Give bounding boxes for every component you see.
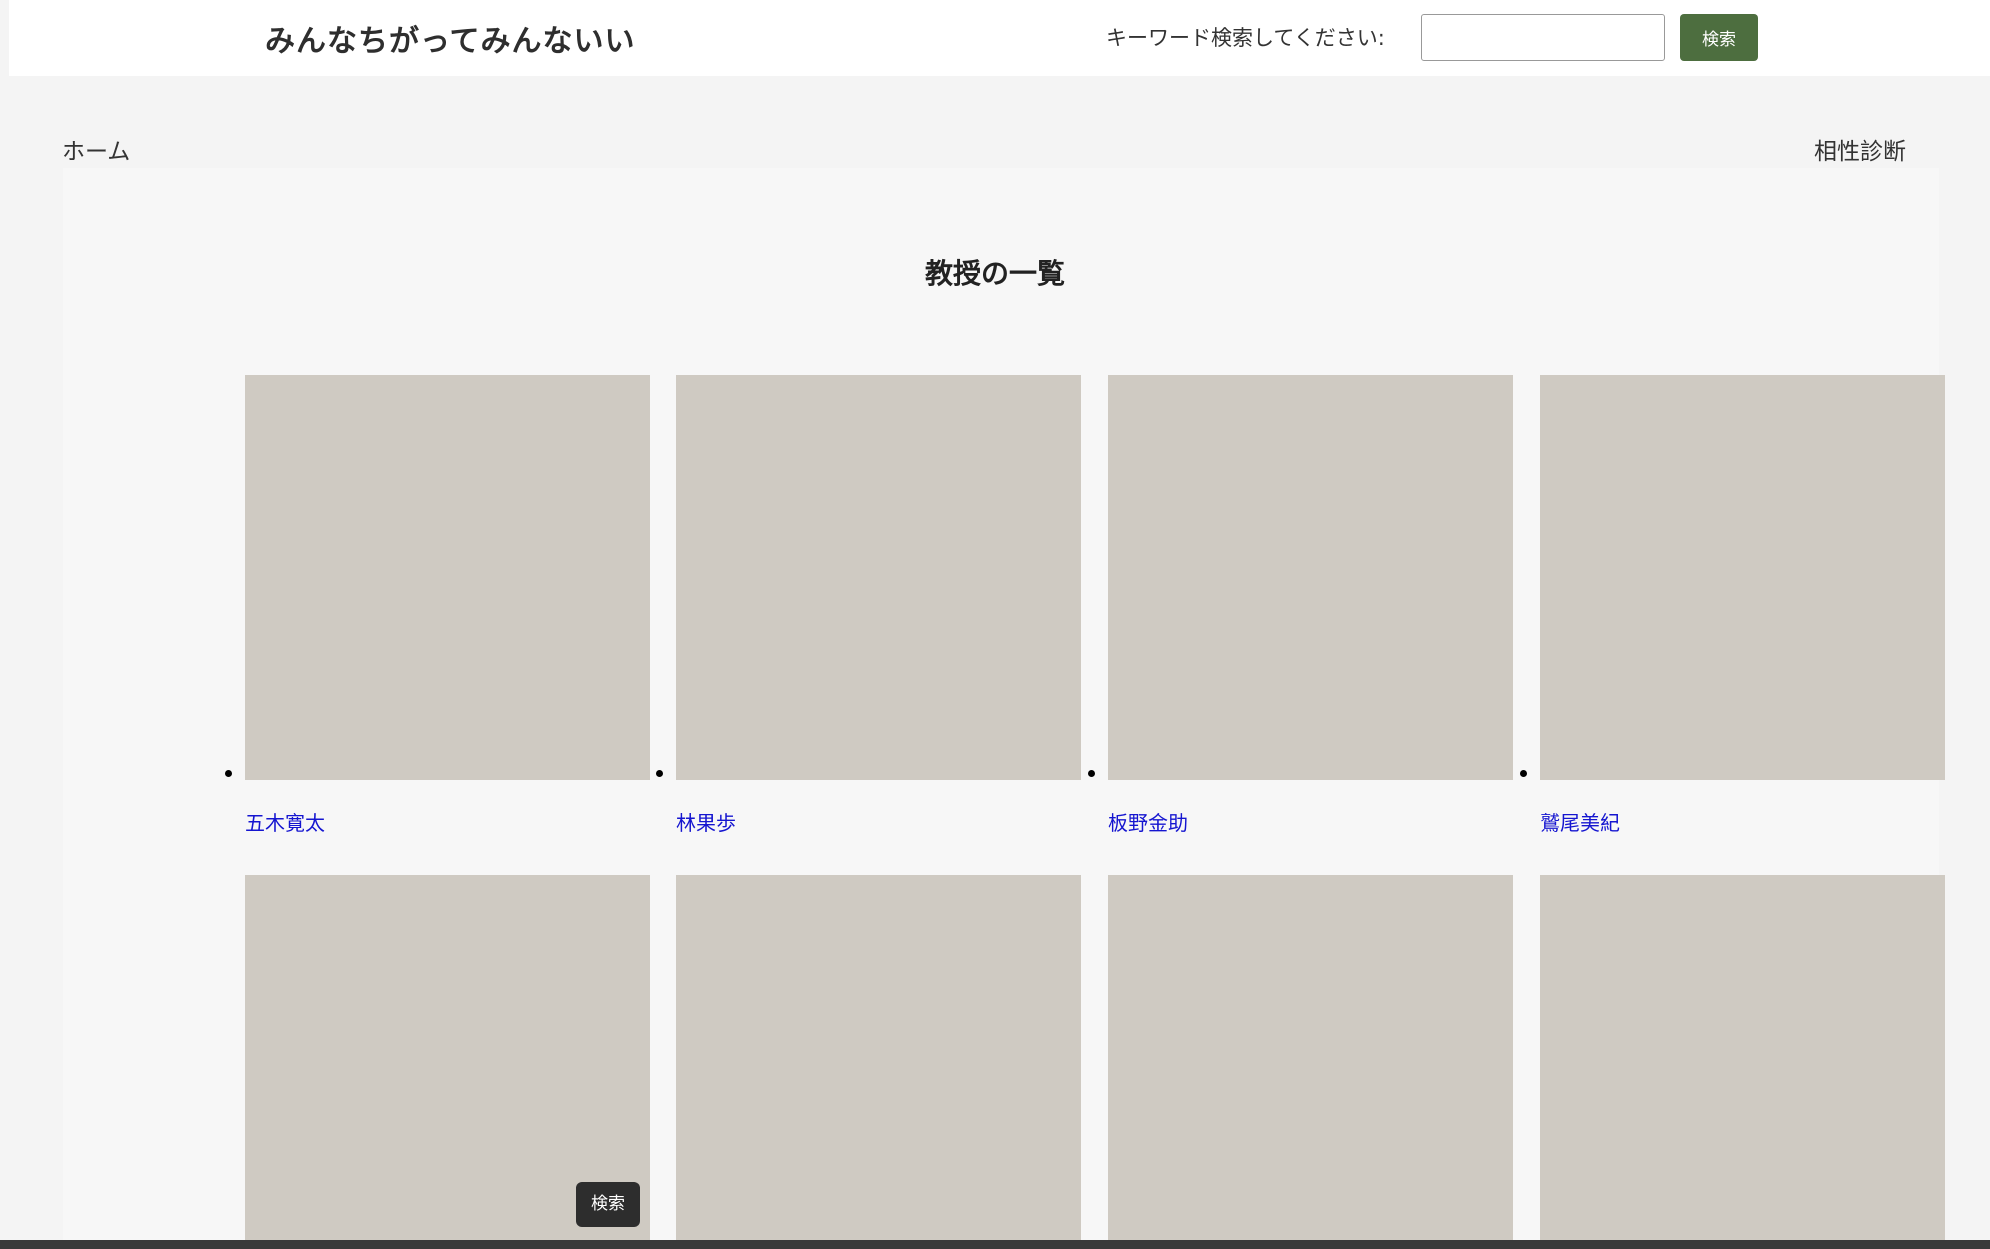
- professor-photo[interactable]: [676, 375, 1081, 780]
- bottom-bar: [0, 1240, 1990, 1249]
- nav-home-link[interactable]: ホーム: [62, 132, 130, 166]
- professor-name-link[interactable]: 鷲尾美紀: [1540, 807, 1620, 836]
- search-button[interactable]: 検索: [1680, 14, 1758, 61]
- search-tooltip: 検索: [576, 1182, 640, 1227]
- professor-name-link[interactable]: 板野金助: [1108, 807, 1188, 836]
- list-bullet: [225, 770, 232, 777]
- professor-photo[interactable]: [1108, 875, 1513, 1249]
- professor-name-link[interactable]: 五木寛太: [245, 807, 325, 836]
- site-title[interactable]: みんなちがってみんないい: [265, 16, 636, 60]
- nav-compatibility-link[interactable]: 相性診断: [1814, 132, 1906, 166]
- professor-photo[interactable]: [676, 875, 1081, 1249]
- professor-photo[interactable]: [1540, 875, 1945, 1249]
- list-bullet: [1520, 770, 1527, 777]
- professor-photo[interactable]: [1540, 375, 1945, 780]
- professor-photo[interactable]: [1108, 375, 1513, 780]
- page-title: 教授の一覧: [924, 257, 1065, 290]
- professor-name-link[interactable]: 林果歩: [676, 807, 736, 836]
- site-header: みんなちがってみんないい キーワード検索してください: 検索: [9, 0, 1990, 76]
- list-bullet: [656, 770, 663, 777]
- search-label: キーワード検索してください:: [1106, 26, 1385, 50]
- professor-photo[interactable]: [245, 375, 650, 780]
- list-bullet: [1088, 770, 1095, 777]
- search-input[interactable]: [1421, 14, 1665, 61]
